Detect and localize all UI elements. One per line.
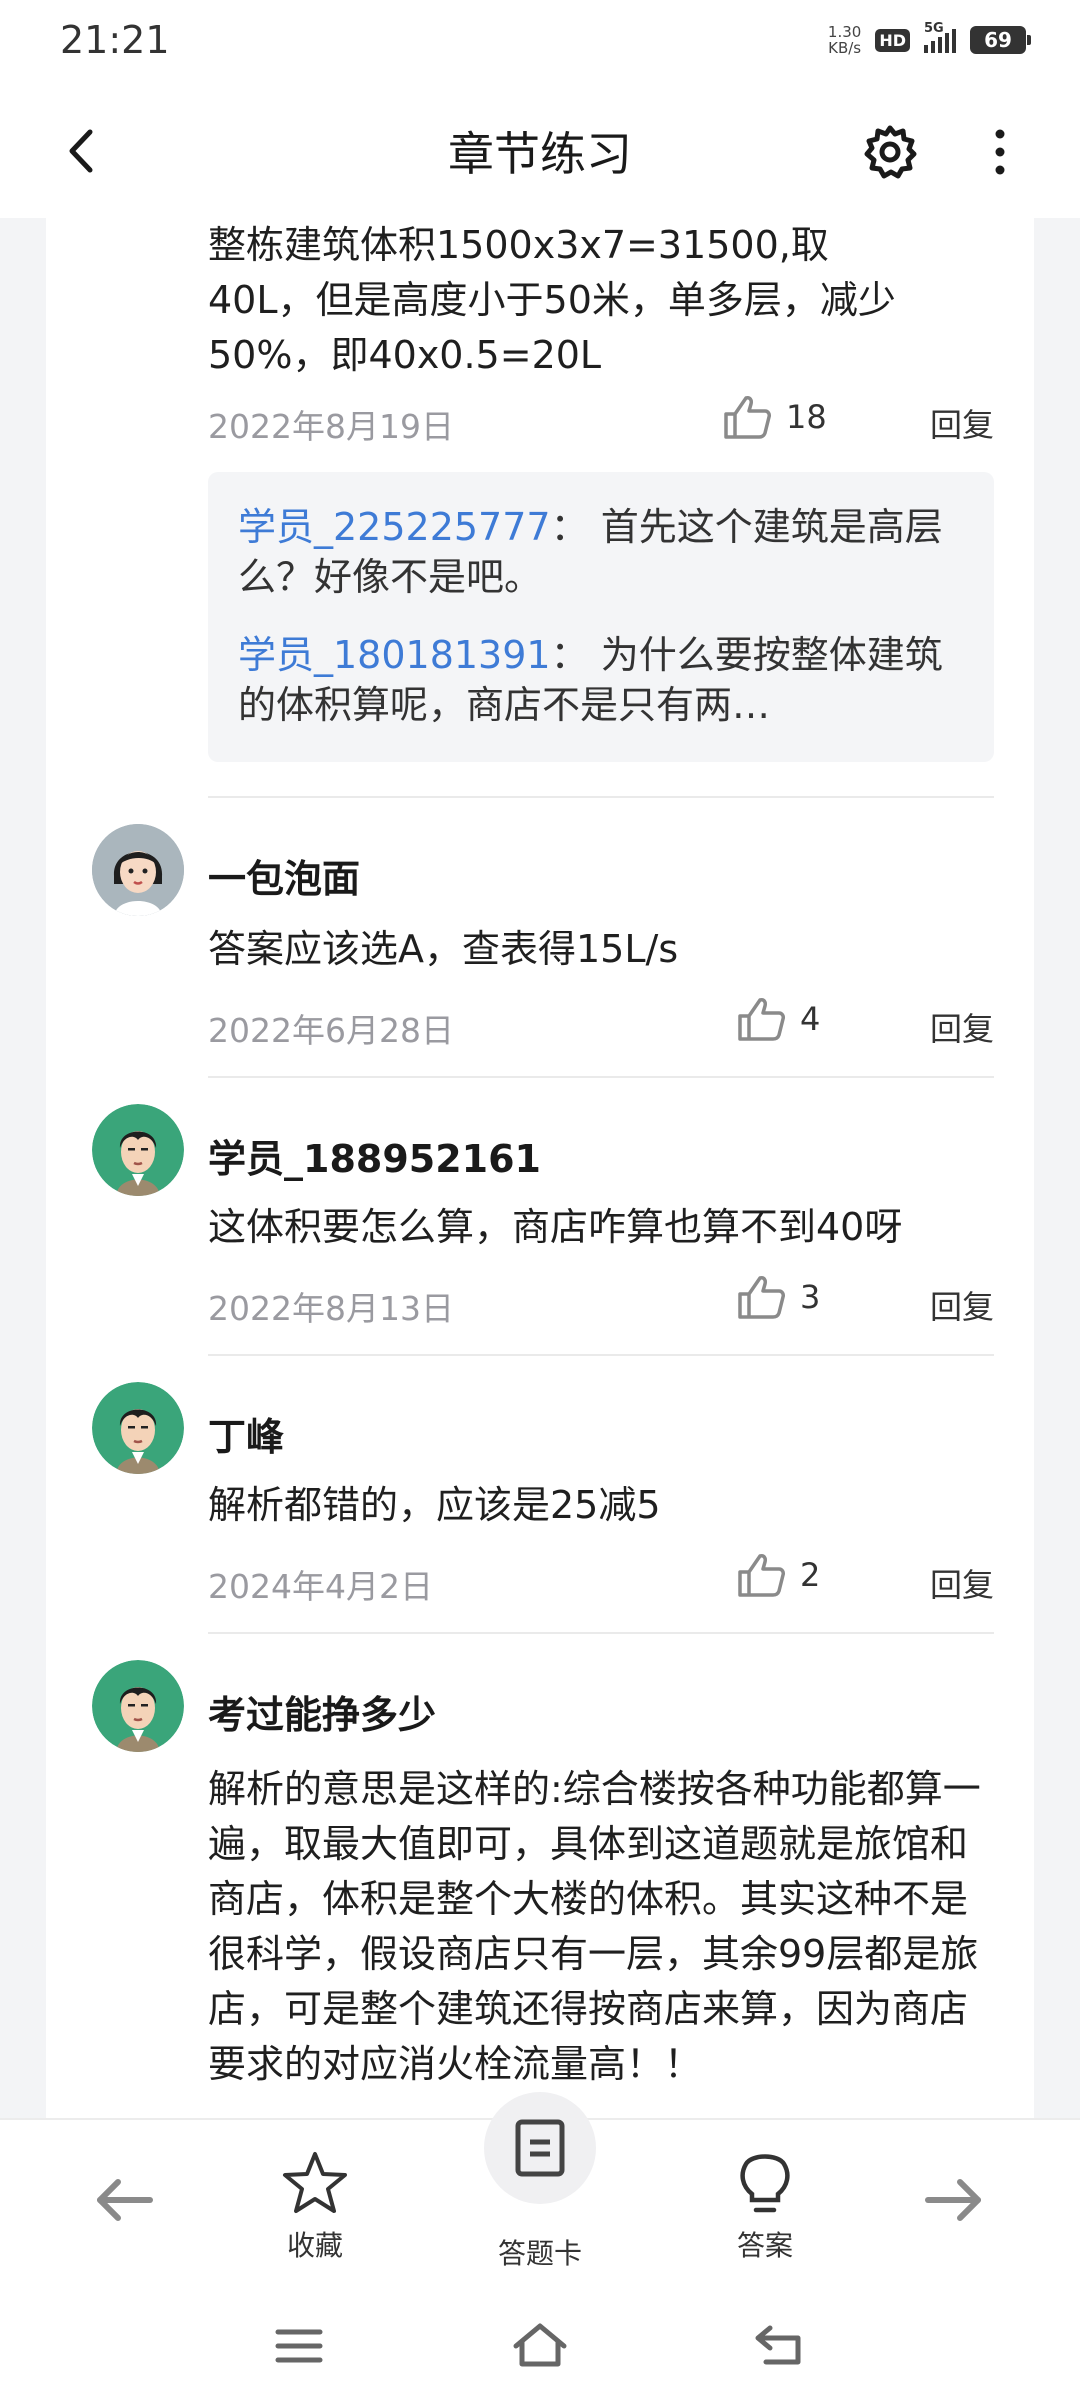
home-button[interactable] [510,2320,570,2374]
answer-card-label[interactable]: 答题卡 [490,2232,590,2272]
prev-question-button[interactable] [94,2178,156,2229]
more-button[interactable] [980,124,1020,180]
comment-text: 整栋建筑体积1500x3x7=31500,取 40L，但是高度小于50米，单多层… [208,223,896,377]
comment-text: 解析的意思是这样的:综合楼按各种功能都算一遍，取最大值即可，具体到这道题就是旅馆… [208,1767,981,2086]
thumbs-up-icon [724,396,771,439]
bottom-toolbar: 收藏 答题卡 答案 [0,2092,1080,2298]
comment-author[interactable]: 丁峰 [208,1406,284,1461]
network-speed: 1.30 KB/s [827,23,862,57]
menu-icon [275,2329,323,2363]
like-button[interactable]: 2 [736,1552,820,1598]
reply-username[interactable]: 学员_225225777 [238,505,551,549]
thumbs-up-icon [738,998,785,1041]
battery-icon: 69 [970,26,1031,54]
avatar[interactable] [92,1382,184,1474]
comment-item: 一包泡面 答案应该选A，查表得15L/s 2022年6月28日 4 回复 [46,824,1034,1074]
answer-label: 答案 [736,2229,793,2262]
divider [208,1632,994,1634]
system-nav-bar [0,2298,1080,2400]
favorite-label: 收藏 [286,2229,343,2262]
page-title: 章节练习 [448,127,632,181]
favorite-button[interactable]: 收藏 [270,2150,360,2264]
comments-list[interactable]: 整栋建筑体积1500x3x7=31500,取 40L，但是高度小于50米，单多层… [46,218,1034,2118]
more-vertical-icon [995,129,1005,175]
thumbs-up-icon [738,1276,785,1319]
comment-text: 这体积要怎么算，商店咋算也算不到40呀 [208,1205,903,1249]
comment-date: 2022年8月13日 [208,1289,454,1328]
reply-item: 学员_225225777： 首先这个建筑是高层么？好像不是吧。 [238,505,943,599]
reply-username[interactable]: 学员_180181391 [238,633,551,677]
reply-item: 学员_180181391： 为什么要按整体建筑的体积算呢，商店不是只有两… [238,633,943,727]
recent-apps-button[interactable] [274,2326,324,2370]
comment-date: 2022年8月19日 [208,407,454,446]
back-button[interactable] [56,124,110,178]
reply-button[interactable]: 回复 [930,1560,994,1606]
comment-text: 答案应该选A，查表得15L/s [208,927,679,971]
lightbulb-icon [740,2154,790,2213]
system-back-button[interactable] [752,2322,806,2372]
star-icon [283,2152,347,2213]
divider [208,1354,994,1356]
comment-author[interactable]: 考过能挣多少 [208,1684,436,1739]
arrow-right-icon [925,2179,981,2221]
divider [208,1076,994,1078]
hd-badge: HD [875,28,910,52]
home-icon [513,2323,567,2367]
status-indicators: 1.30 KB/s HD 5G 69 [827,21,1031,57]
status-bar: 21:21 1.30 KB/s HD 5G 69 [0,0,1080,84]
thumbs-up-icon [738,1554,785,1597]
answer-button[interactable]: 答案 [720,2148,810,2264]
arrow-left-icon [97,2179,153,2221]
replies-box[interactable]: 学员_225225777： 首先这个建筑是高层么？好像不是吧。 学员_18018… [208,472,994,762]
avatar[interactable] [92,824,184,916]
avatar[interactable] [92,1104,184,1196]
back-arrow-icon [69,129,93,173]
comment-item: 丁峰 解析都错的，应该是25减5 2024年4月2日 2 回复 [46,1382,1034,1632]
answer-card-circle[interactable] [484,2092,596,2204]
settings-button[interactable] [862,124,918,180]
like-button[interactable]: 3 [736,1274,820,1320]
reply-button[interactable]: 回复 [930,1282,994,1328]
like-button[interactable]: 18 [722,394,827,440]
signal-icon: 5G [924,21,956,53]
divider [208,796,994,798]
comment-item: 考过能挣多少 解析的意思是这样的:综合楼按各种功能都算一遍，取最大值即可，具体到… [46,1660,1034,2118]
like-button[interactable]: 4 [736,996,820,1042]
reply-button[interactable]: 回复 [930,1004,994,1050]
comment-date: 2024年4月2日 [208,1567,433,1606]
document-icon [515,2119,565,2177]
next-question-button[interactable] [922,2178,984,2229]
comment-date: 2022年6月28日 [208,1011,454,1050]
gear-icon [864,125,917,179]
status-time: 21:21 [60,18,170,62]
comment-author[interactable]: 学员_188952161 [208,1128,541,1183]
back-return-icon [755,2325,801,2365]
avatar[interactable] [92,1660,184,1752]
comment-author[interactable]: 一包泡面 [208,848,360,903]
app-header: 章节练习 [0,84,1080,218]
reply-button[interactable]: 回复 [930,400,994,446]
comment-text: 解析都错的，应该是25减5 [208,1483,661,1527]
comment-item: 学员_188952161 这体积要怎么算，商店咋算也算不到40呀 2022年8月… [46,1104,1034,1354]
